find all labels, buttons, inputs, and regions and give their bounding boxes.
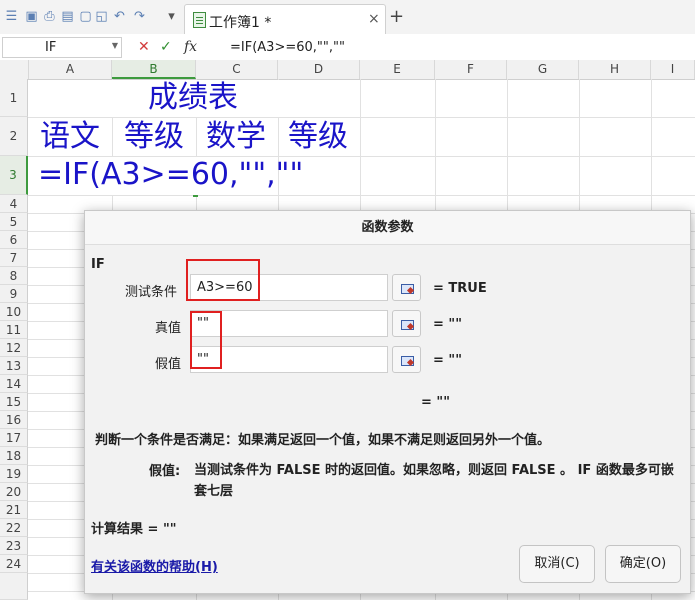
arg-result-false-value: = "" <box>433 353 462 368</box>
range-select-icon[interactable] <box>392 310 421 337</box>
row-header-21[interactable]: 21 <box>0 501 28 519</box>
column-header-h[interactable]: H <box>579 60 651 79</box>
overall-result: = "" <box>421 395 450 410</box>
column-header-i[interactable]: I <box>651 60 695 79</box>
cell-c2[interactable]: 数学 <box>206 119 266 155</box>
close-tab-icon[interactable]: × <box>368 11 380 27</box>
row-header-9[interactable]: 9 <box>0 285 28 303</box>
quick-access-toolbar: ☰ ▣ ⎙ ▤ ▢ ◱ ↶ ↷ ▾ 工作簿1 * × + <box>0 0 695 35</box>
workbook-tab-title: 工作簿1 * <box>209 15 272 31</box>
row-header-10[interactable]: 10 <box>0 303 28 321</box>
print-preview-icon[interactable]: ⎙ <box>42 9 57 24</box>
gridline <box>28 117 695 118</box>
arg-label-false-value: 假值 <box>155 357 182 372</box>
confirm-formula-icon[interactable]: ✓ <box>160 39 172 55</box>
app-menu-icon[interactable]: ☰ <box>4 9 19 24</box>
row-header-14[interactable]: 14 <box>0 375 28 393</box>
cancel-formula-icon[interactable]: ✕ <box>138 39 150 55</box>
function-arguments-dialog: 函数参数 IF 测试条件 A3>=60 = TRUE 真值 "" = "" 假值… <box>84 210 691 594</box>
row-header-12[interactable]: 12 <box>0 339 28 357</box>
arg-result-true-value: = "" <box>433 317 462 332</box>
dialog-title: 函数参数 <box>85 211 690 245</box>
column-header-f[interactable]: F <box>435 60 507 79</box>
export-icon[interactable]: ◱ <box>94 9 109 24</box>
arg-desc-text: 当测试条件为 FALSE 时的返回值。如果忽略，则返回 FALSE 。 IF 函… <box>194 463 674 499</box>
function-name: IF <box>91 257 105 272</box>
arg-label-condition: 测试条件 <box>125 285 178 300</box>
row-header-13[interactable]: 13 <box>0 357 28 375</box>
row-header-18[interactable]: 18 <box>0 447 28 465</box>
cell-d2[interactable]: 等级 <box>288 119 348 155</box>
row-header-7[interactable]: 7 <box>0 249 28 267</box>
row-header-3[interactable]: 3 <box>0 156 28 195</box>
row-header-2[interactable]: 2 <box>0 117 28 156</box>
row-header-blank <box>0 573 28 600</box>
column-header-e[interactable]: E <box>360 60 435 79</box>
column-header-d[interactable]: D <box>278 60 360 79</box>
column-header-a[interactable]: A <box>29 60 112 79</box>
highlight-box-condition <box>186 259 260 301</box>
column-header-g[interactable]: G <box>507 60 579 79</box>
arg-desc-label: 假值: <box>149 464 181 479</box>
gridline <box>28 195 695 196</box>
column-headers: A B C D E F G H I <box>0 60 695 80</box>
cancel-button[interactable]: 取消(C) <box>519 545 595 583</box>
function-help-link[interactable]: 有关该函数的帮助(H) <box>91 556 218 575</box>
range-select-icon[interactable] <box>392 274 421 301</box>
column-header-b[interactable]: B <box>112 60 196 79</box>
highlight-box-values <box>190 311 222 369</box>
name-box[interactable]: IF ▼ <box>2 37 122 58</box>
new-tab-button[interactable]: + <box>389 6 404 27</box>
more-icon[interactable]: ▾ <box>164 9 179 24</box>
row-header-1[interactable]: 1 <box>0 79 28 117</box>
cell-b2[interactable]: 等级 <box>124 119 184 155</box>
workbook-tab[interactable]: 工作簿1 * × <box>184 4 386 35</box>
ok-button[interactable]: 确定(O) <box>605 545 681 583</box>
spreadsheet-icon <box>193 12 206 28</box>
arg-result-condition: = TRUE <box>433 281 487 296</box>
row-header-8[interactable]: 8 <box>0 267 28 285</box>
row-header-22[interactable]: 22 <box>0 519 28 537</box>
undo-icon[interactable]: ↶ <box>112 9 127 24</box>
row-header-24[interactable]: 24 <box>0 555 28 573</box>
function-description: 判断一个条件是否满足：如果满足返回一个值，如果不满足则返回另外一个值。 <box>95 433 551 448</box>
cell-title: 成绩表 <box>148 80 238 115</box>
redo-icon[interactable]: ↷ <box>132 9 147 24</box>
range-select-icon[interactable] <box>392 346 421 373</box>
row-header-17[interactable]: 17 <box>0 429 28 447</box>
row-header-6[interactable]: 6 <box>0 231 28 249</box>
formula-bar: IF ▼ ✕ ✓ fx =IF(A3>=60,"","" <box>0 34 695 61</box>
row-header-5[interactable]: 5 <box>0 213 28 231</box>
chevron-down-icon[interactable]: ▼ <box>112 41 118 50</box>
save-icon[interactable]: ▣ <box>24 9 39 24</box>
print-icon[interactable]: ▤ <box>60 9 75 24</box>
insert-function-icon[interactable]: fx <box>184 39 197 55</box>
row-header-4[interactable]: 4 <box>0 195 28 213</box>
calc-result: 计算结果 = "" <box>91 522 177 537</box>
row-header-19[interactable]: 19 <box>0 465 28 483</box>
column-header-c[interactable]: C <box>196 60 278 79</box>
row-header-16[interactable]: 16 <box>0 411 28 429</box>
name-box-value: IF <box>45 40 57 55</box>
row-header-20[interactable]: 20 <box>0 483 28 501</box>
select-all-corner[interactable] <box>0 60 29 79</box>
row-header-15[interactable]: 15 <box>0 393 28 411</box>
arg-label-true-value: 真值 <box>155 321 182 336</box>
formula-input[interactable]: =IF(A3>=60,"","" <box>230 40 345 55</box>
row-header-11[interactable]: 11 <box>0 321 28 339</box>
cell-a2[interactable]: 语文 <box>40 119 100 155</box>
row-header-23[interactable]: 23 <box>0 537 28 555</box>
cell-a3-editor[interactable]: =IF(A3>=60,"","" <box>38 157 303 193</box>
export-pdf-icon[interactable]: ▢ <box>78 9 93 24</box>
